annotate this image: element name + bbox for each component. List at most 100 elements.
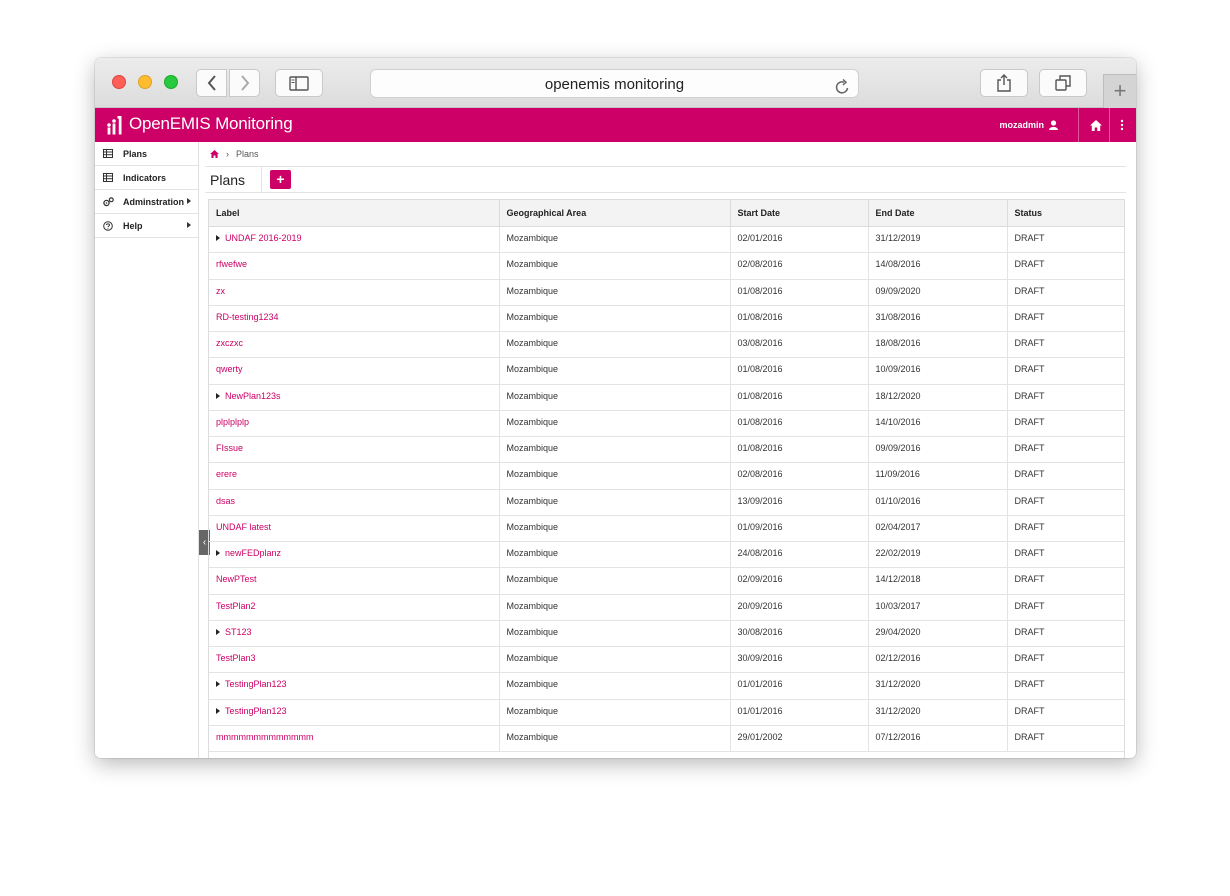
plan-label-cell[interactable]: NewPlan123s xyxy=(209,384,500,411)
table-row[interactable]: dsas Mozambique 13/09/2016 01/10/2016 DRAFT xyxy=(209,489,1124,516)
plan-link[interactable]: mmmmmmmmmmmmm xyxy=(216,732,313,742)
plan-link[interactable]: ST123 xyxy=(225,627,252,637)
plan-label-cell[interactable]: NewPTest xyxy=(209,567,500,595)
plan-label-cell[interactable]: plplplplp xyxy=(209,410,500,438)
expand-caret-icon[interactable] xyxy=(216,550,220,556)
brand[interactable]: OpenEMIS Monitoring xyxy=(105,112,293,136)
zoom-window-button[interactable] xyxy=(164,75,178,89)
sidebar-item-indicators[interactable]: Indicators xyxy=(95,166,198,190)
plan-label-cell[interactable]: TestPlan3 xyxy=(209,646,500,674)
plan-label-cell[interactable]: zxczxc xyxy=(209,331,500,359)
plan-label-cell[interactable]: newFEDplanz xyxy=(209,541,500,569)
more-options-button[interactable] xyxy=(1120,118,1124,136)
plan-link[interactable]: RD-testing1234 xyxy=(216,312,279,322)
forward-button[interactable] xyxy=(229,69,260,97)
plan-label-cell[interactable]: rfwefwe xyxy=(209,252,500,280)
plan-link[interactable]: UNDAF latest xyxy=(216,522,271,532)
plan-label-cell[interactable]: TestPlan2 xyxy=(209,594,500,621)
plan-link[interactable]: NewPlan123s xyxy=(225,391,281,401)
new-tab-button[interactable]: + xyxy=(1103,74,1136,108)
plan-link[interactable]: erere xyxy=(216,469,237,479)
home-icon[interactable] xyxy=(210,150,219,158)
divider xyxy=(205,166,1126,167)
plan-link[interactable]: TestPlan3 xyxy=(216,653,256,663)
plan-label-cell[interactable]: TestingPlan123 xyxy=(209,699,500,726)
table-row[interactable]: TestPlan3 Mozambique 30/09/2016 02/12/2016 D… xyxy=(209,646,1124,674)
expand-caret-icon[interactable] xyxy=(216,235,220,241)
plan-label-cell[interactable]: FIssue xyxy=(209,436,500,464)
sidebar-item-help[interactable]: Help xyxy=(95,214,198,238)
table-row[interactable]: TestingPlan123 Mozambique 01/01/2016 31/12/… xyxy=(209,672,1124,700)
expand-caret-icon[interactable] xyxy=(216,681,220,688)
add-plan-button[interactable]: + xyxy=(270,170,291,189)
home-button[interactable] xyxy=(1090,118,1102,136)
table-row[interactable]: TestPlan2 Mozambique 20/09/2016 10/03/2017 D… xyxy=(209,594,1124,621)
user-menu[interactable]: mozadmin xyxy=(999,108,1058,142)
plan-link[interactable]: newFEDplanz xyxy=(225,548,281,558)
minimize-window-button[interactable] xyxy=(138,75,152,89)
start-date-cell: 02/09/2016 xyxy=(730,567,869,595)
plan-link[interactable]: rfwefwe xyxy=(216,259,247,269)
address-bar[interactable]: openemis monitoring xyxy=(370,69,859,98)
table-row[interactable]: erere Mozambique 02/08/2016 11/09/2016 DRAFT xyxy=(209,462,1124,490)
plan-link[interactable]: plplplplp xyxy=(216,417,249,427)
column-header-status[interactable]: Status xyxy=(1007,199,1124,227)
plan-label-cell[interactable]: UNDAF 2016-2019 xyxy=(209,226,500,254)
plan-link[interactable]: zx xyxy=(216,286,225,296)
table-row[interactable]: NewPTest Mozambique 02/09/2016 14/12/2018 DR… xyxy=(209,567,1124,595)
status-cell: DRAFT xyxy=(1007,672,1124,700)
end-date-cell: 31/08/2016 xyxy=(868,305,1008,333)
table-row[interactable]: UNDAF latest Mozambique 01/09/2016 02/04/20… xyxy=(209,515,1124,543)
expand-caret-icon[interactable] xyxy=(216,628,220,635)
plan-label-cell[interactable]: erere xyxy=(209,462,500,490)
sidebar-item-adminstration[interactable]: Adminstration xyxy=(95,190,198,214)
table-row[interactable]: mmmmmmmmmmmmm Mozambique 29/01/2002 07/12/2… xyxy=(209,725,1124,753)
column-header-end-date[interactable]: End Date xyxy=(868,199,1008,227)
close-window-button[interactable] xyxy=(112,75,126,89)
expand-caret-icon[interactable] xyxy=(216,707,220,714)
table-row[interactable]: rfwefwe Mozambique 02/08/2016 14/08/2016 DRA… xyxy=(209,252,1124,280)
plan-label-cell[interactable]: RD-testing1234 xyxy=(209,305,500,333)
table-row[interactable]: FIssue Mozambique 01/08/2016 09/09/2016 DRAF… xyxy=(209,436,1124,464)
column-header-label[interactable]: Label xyxy=(209,199,500,227)
plan-link[interactable]: UNDAF 2016-2019 xyxy=(225,233,302,243)
plan-label-cell[interactable]: qwerty xyxy=(209,357,500,385)
table-row[interactable]: ST123 Mozambique 30/08/2016 29/04/2020 DRAFT xyxy=(209,620,1124,648)
table-row[interactable]: newFEDplanz Mozambique 24/08/2016 22/02/201… xyxy=(209,541,1124,569)
plan-link[interactable]: TestingPlan123 xyxy=(225,706,287,716)
plan-label-cell[interactable]: TestingPlan123 xyxy=(209,672,500,700)
share-button[interactable] xyxy=(980,69,1028,97)
plan-link[interactable]: FIssue xyxy=(216,443,243,453)
column-header-geographical-area[interactable]: Geographical Area xyxy=(499,199,731,227)
plan-label-cell[interactable]: mmmmmmmmmmmmm xyxy=(209,725,500,753)
sidebar-toggle-button[interactable] xyxy=(275,69,323,97)
plan-label-cell[interactable]: UNDAF latest xyxy=(209,515,500,543)
plan-link[interactable]: zxczxc xyxy=(216,338,243,348)
table-row[interactable]: zx Mozambique 01/08/2016 09/09/2020 DRAFT xyxy=(209,279,1124,306)
plan-label-cell[interactable]: ST123 xyxy=(209,620,500,648)
sidebar-item-plans[interactable]: Plans xyxy=(95,142,198,166)
reload-icon[interactable] xyxy=(835,76,850,105)
table-row[interactable]: UNDAF 2016-2019 Mozambique 02/01/2016 31/12… xyxy=(209,226,1124,254)
table-row[interactable]: TestingPlan123 Mozambique 01/01/2016 31/12/… xyxy=(209,699,1124,726)
table-row[interactable]: RD-testing1234 Mozambique 01/08/2016 31/08/… xyxy=(209,305,1124,333)
plan-link[interactable]: dsas xyxy=(216,496,235,506)
plan-label-cell[interactable]: zx xyxy=(209,279,500,306)
table-row[interactable]: plplplplp Mozambique 01/08/2016 14/10/2016 D… xyxy=(209,410,1124,438)
table-row[interactable]: zxczxc Mozambique 03/08/2016 18/08/2016 DRAF… xyxy=(209,331,1124,359)
geographical-area-cell: Mozambique xyxy=(499,541,731,569)
start-date-cell: 01/09/2016 xyxy=(730,515,869,543)
table-row[interactable]: NewPlan123s Mozambique 01/08/2016 18/12/202… xyxy=(209,384,1124,411)
end-date-cell: 31/12/2019 xyxy=(868,226,1008,254)
plan-link[interactable]: TestingPlan123 xyxy=(225,679,287,689)
plans-table-container[interactable]: Label Geographical Area Start Date End D… xyxy=(208,199,1125,758)
plan-link[interactable]: NewPTest xyxy=(216,574,257,584)
plan-link[interactable]: qwerty xyxy=(216,364,243,374)
expand-caret-icon[interactable] xyxy=(216,392,220,399)
back-button[interactable] xyxy=(196,69,227,97)
column-header-start-date[interactable]: Start Date xyxy=(730,199,869,227)
tabs-overview-button[interactable] xyxy=(1039,69,1087,97)
plan-label-cell[interactable]: dsas xyxy=(209,489,500,516)
plan-link[interactable]: TestPlan2 xyxy=(216,601,256,611)
table-row[interactable]: qwerty Mozambique 01/08/2016 10/09/2016 DRAF… xyxy=(209,357,1124,385)
